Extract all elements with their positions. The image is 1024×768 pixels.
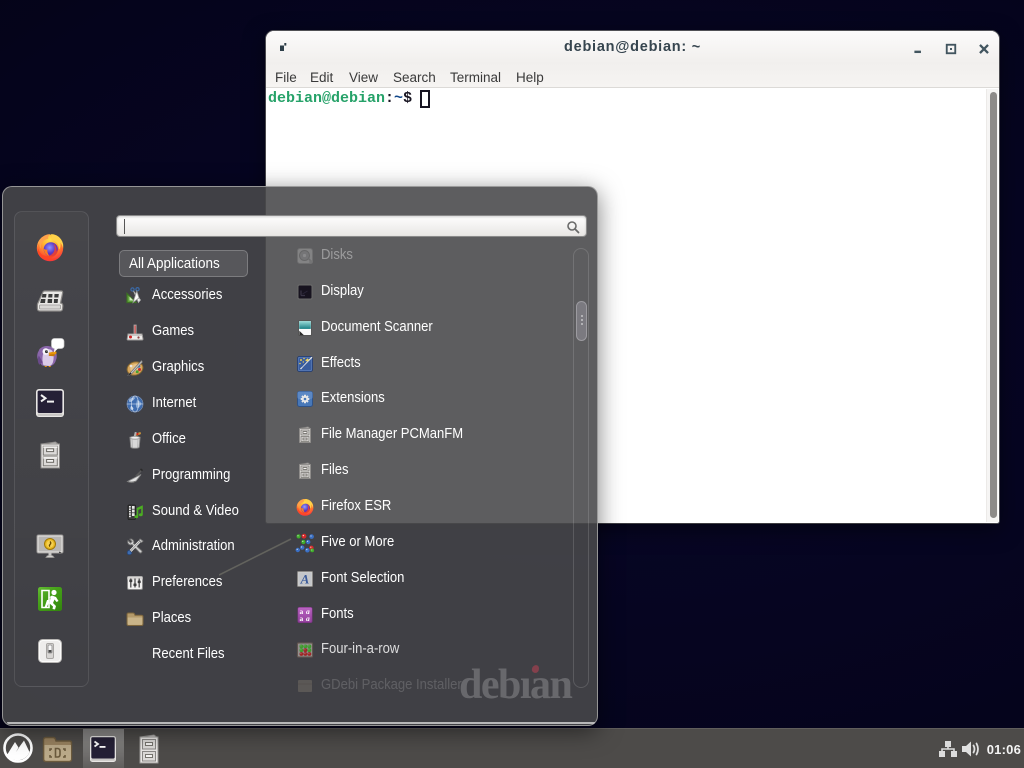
svg-text:a: a [306, 614, 310, 623]
svg-text:A: A [300, 571, 310, 586]
svg-text:a: a [300, 614, 304, 623]
